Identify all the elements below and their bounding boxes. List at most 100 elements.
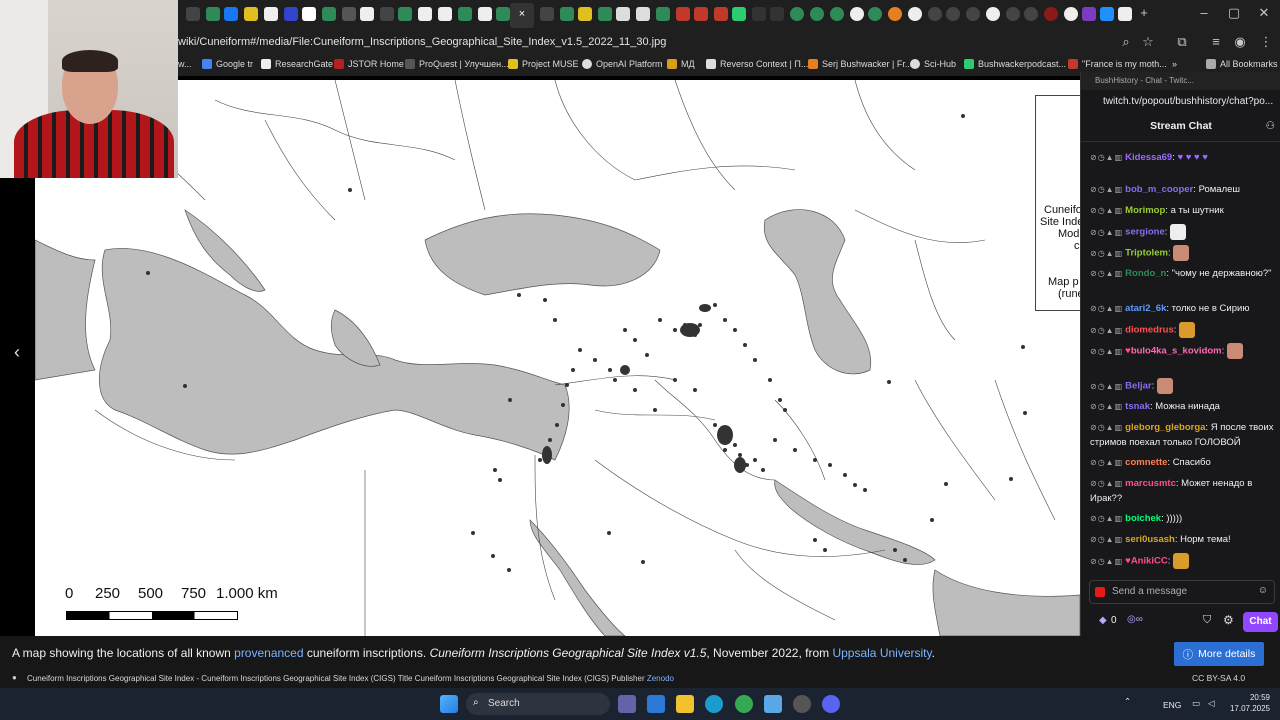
menu-icon[interactable]: ⋮ <box>1258 34 1274 50</box>
tab-icon[interactable] <box>380 7 394 21</box>
tab-icon[interactable] <box>946 7 960 21</box>
tab-icon[interactable] <box>1118 7 1132 21</box>
license-label[interactable]: CC BY-SA 4.0 <box>1192 673 1245 683</box>
mod-icons[interactable]: ⊘◷▲▥ <box>1090 347 1123 356</box>
previous-image-icon[interactable]: ‹ <box>14 342 20 363</box>
bookmark-researchgate[interactable]: ResearchGate <box>261 59 333 69</box>
tab-icon[interactable] <box>496 7 510 21</box>
chat-username[interactable]: boichek <box>1125 513 1161 524</box>
store-icon[interactable] <box>647 695 665 713</box>
active-tab[interactable]: × <box>510 3 534 28</box>
mod-icons[interactable]: ⊘◷▲▥ <box>1090 228 1123 237</box>
tab-icon[interactable] <box>908 7 922 21</box>
edge-icon[interactable] <box>705 695 723 713</box>
provenanced-link[interactable]: provenanced <box>234 646 303 660</box>
map-image[interactable]: 0 250 500 750 1.000 km Cuneifo Site Inde… <box>35 80 1080 636</box>
tab-icon[interactable] <box>1082 7 1096 21</box>
tab-icon[interactable] <box>770 7 784 21</box>
tab-icon[interactable] <box>1044 7 1058 21</box>
all-bookmarks[interactable]: All Bookmarks <box>1206 59 1278 69</box>
mod-icons[interactable]: ⊘◷▲▥ <box>1090 423 1123 432</box>
tab-icon[interactable] <box>676 7 690 21</box>
bookmark-openai[interactable]: OpenAI Platform <box>582 59 663 69</box>
extensions-icon[interactable]: ⧉ <box>1174 34 1190 50</box>
volume-icon[interactable]: ◁ <box>1208 698 1215 709</box>
tab-icon[interactable] <box>928 7 942 21</box>
tab-icon[interactable] <box>694 7 708 21</box>
tab-icon[interactable] <box>790 7 804 21</box>
chat-username[interactable]: comnette <box>1125 457 1167 468</box>
bookmark-reverso[interactable]: Reverso Context | П... <box>706 59 808 69</box>
prediction-icon[interactable]: ◎∞ <box>1127 614 1143 625</box>
tab-icon[interactable] <box>1024 7 1038 21</box>
tab-icon[interactable] <box>578 7 592 21</box>
url-field[interactable]: wiki/Cuneiform#/media/File:Cuneiform_Ins… <box>178 36 666 48</box>
bookmark-bushwacker[interactable]: Bushwackerpodcast... <box>964 59 1066 69</box>
app-icon[interactable] <box>764 695 782 713</box>
mod-icons[interactable]: ⊘◷▲▥ <box>1090 402 1123 411</box>
record-icon[interactable] <box>1095 587 1105 597</box>
tab-icon[interactable] <box>540 7 554 21</box>
mod-icons[interactable]: ⊘◷▲▥ <box>1090 304 1123 313</box>
bookmark-france[interactable]: "France is my moth... <box>1068 59 1167 69</box>
mod-icons[interactable]: ⊘◷▲▥ <box>1090 557 1123 566</box>
profile-icon[interactable]: ◉ <box>1232 34 1248 50</box>
settings-icon[interactable]: ⚙ <box>1223 613 1234 627</box>
tab-icon[interactable] <box>360 7 374 21</box>
tab-icon[interactable] <box>478 7 492 21</box>
mod-icons[interactable]: ⊘◷▲▥ <box>1090 153 1123 162</box>
tab-icon[interactable] <box>752 7 766 21</box>
taskbar-clock[interactable]: 20:59 17.07.2025 <box>1222 692 1270 714</box>
tab-icon[interactable] <box>850 7 864 21</box>
more-details-button[interactable]: ⓘ More details <box>1174 642 1264 666</box>
chat-username[interactable]: diomedrus <box>1125 325 1174 336</box>
tab-icon[interactable] <box>206 7 220 21</box>
tab-icon[interactable] <box>322 7 336 21</box>
zoom-icon[interactable]: ⌕ <box>1118 34 1134 50</box>
bookmark-google-translate[interactable]: Google tr <box>202 59 253 69</box>
chat-username[interactable]: seri0usash <box>1125 534 1175 545</box>
language-indicator[interactable]: ENG <box>1163 700 1181 710</box>
bookmark-md[interactable]: МД <box>667 59 695 69</box>
media-icon[interactable]: ≡ <box>1208 34 1224 50</box>
mod-icons[interactable]: ⊘◷▲▥ <box>1090 326 1123 335</box>
chat-username[interactable]: gleborg_gleborga <box>1125 422 1205 433</box>
mod-icons[interactable]: ⊘◷▲▥ <box>1090 269 1123 278</box>
tab-icon[interactable] <box>966 7 980 21</box>
zenodo-link[interactable]: Zenodo <box>647 674 674 683</box>
bookmark-serj[interactable]: Serj Bushwacker | Fr... <box>808 59 912 69</box>
mod-icons[interactable]: ⊘◷▲▥ <box>1090 249 1123 258</box>
chrome-icon[interactable] <box>735 695 753 713</box>
tab-icon[interactable] <box>636 7 650 21</box>
tab-icon[interactable] <box>438 7 452 21</box>
teams-icon[interactable] <box>618 695 636 713</box>
tab-icon[interactable] <box>224 7 238 21</box>
chat-username[interactable]: tsnak <box>1125 401 1150 412</box>
bookmarks-overflow-icon[interactable]: » <box>1172 59 1177 69</box>
tray-overflow-icon[interactable]: ⌃ <box>1124 696 1131 707</box>
tab-icon[interactable] <box>1100 7 1114 21</box>
chat-username[interactable]: Rondo_n <box>1125 268 1166 279</box>
mod-icons[interactable]: ⊘◷▲▥ <box>1090 382 1123 391</box>
tab-icon[interactable] <box>264 7 278 21</box>
bookmark-item[interactable]: w... <box>178 59 192 69</box>
taskbar-search[interactable]: ⌕ Search <box>466 693 610 715</box>
bookmark-proquest[interactable]: ProQuest | Улучшен... <box>405 59 509 69</box>
channel-points-icon[interactable]: ◆ <box>1099 615 1107 626</box>
mod-icons[interactable]: ⊘◷▲▥ <box>1090 514 1123 523</box>
chat-username[interactable]: bulo4ka_s_kovidom <box>1131 346 1222 357</box>
tab-icon[interactable] <box>986 7 1000 21</box>
tab-icon[interactable] <box>186 7 200 21</box>
tab-icon[interactable] <box>1006 7 1020 21</box>
bookmark-scihub[interactable]: Sci-Hub <box>910 59 956 69</box>
tab-icon[interactable] <box>714 7 728 21</box>
start-icon[interactable] <box>440 695 458 713</box>
chat-username[interactable]: Triptolem <box>1125 248 1168 259</box>
app-icon[interactable] <box>793 695 811 713</box>
tab-icon[interactable] <box>560 7 574 21</box>
emote-picker-icon[interactable]: ☺ <box>1258 585 1268 596</box>
tab-icon[interactable] <box>830 7 844 21</box>
tab-icon[interactable] <box>888 7 902 21</box>
chat-username[interactable]: atari2_6k <box>1125 303 1166 314</box>
chat-input[interactable]: Send a message ☺ <box>1089 580 1275 604</box>
